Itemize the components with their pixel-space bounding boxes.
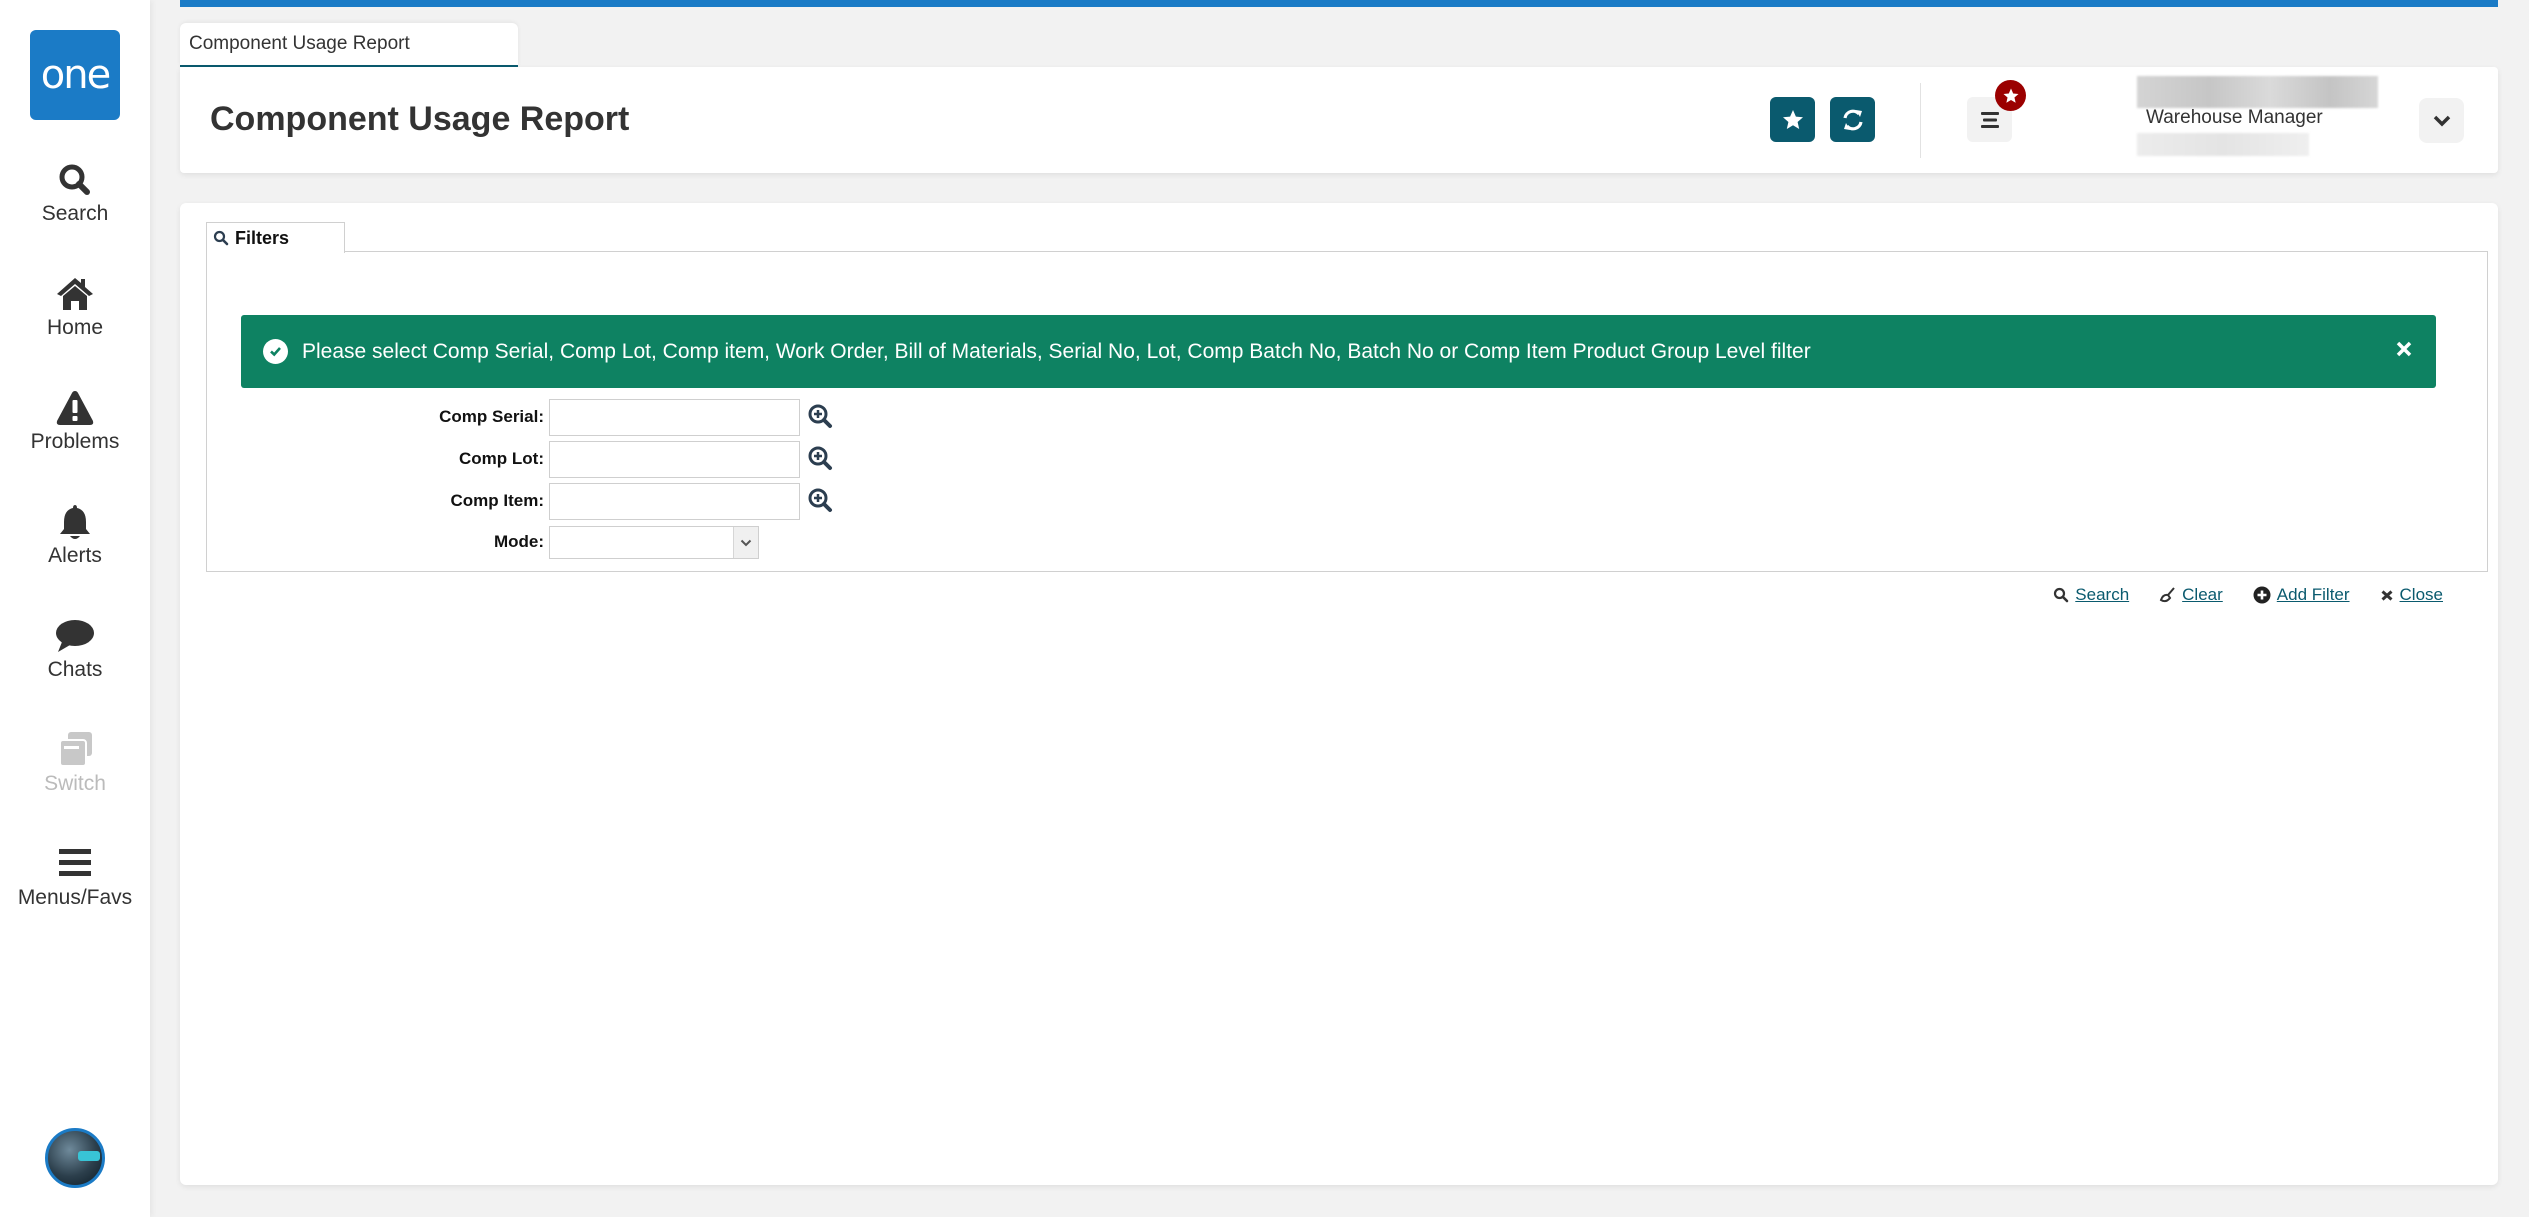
comp-lot-input[interactable] bbox=[549, 441, 800, 478]
chat-bubble-icon bbox=[56, 620, 94, 652]
filters-tab[interactable]: Filters bbox=[206, 222, 345, 253]
sidebar-item-alerts[interactable]: Alerts bbox=[0, 502, 150, 568]
page-title: Component Usage Report bbox=[210, 100, 630, 138]
refresh-button[interactable] bbox=[1830, 97, 1875, 142]
zoom-in-lookup-icon[interactable] bbox=[807, 487, 833, 513]
filters-panel: Please select Comp Serial, Comp Lot, Com… bbox=[206, 251, 2488, 604]
sidebar-item-home[interactable]: Home bbox=[0, 274, 150, 340]
home-icon bbox=[57, 278, 93, 310]
plus-circle-icon bbox=[2253, 586, 2271, 604]
comp-lot-row: Comp Lot: bbox=[207, 441, 1007, 478]
comp-serial-label: Comp Serial: bbox=[439, 407, 544, 426]
notification-badge[interactable] bbox=[1995, 80, 2026, 111]
banner-message: Please select Comp Serial, Comp Lot, Com… bbox=[302, 339, 1811, 363]
zoom-in-lookup-icon[interactable] bbox=[807, 445, 833, 471]
close-link[interactable]: Close bbox=[2380, 585, 2443, 605]
clear-link[interactable]: Clear bbox=[2159, 585, 2223, 605]
add-filter-link-label[interactable]: Add Filter bbox=[2277, 585, 2350, 605]
star-icon bbox=[1782, 109, 1803, 129]
comp-serial-row: Comp Serial: bbox=[207, 399, 1007, 436]
refresh-icon bbox=[1842, 109, 1863, 130]
switch-windows-icon bbox=[59, 732, 92, 767]
mode-select[interactable] bbox=[549, 526, 759, 559]
comp-item-row: Comp Item: bbox=[207, 483, 1007, 520]
tab-component-usage-report[interactable]: Component Usage Report bbox=[180, 23, 518, 67]
user-avatar[interactable] bbox=[45, 1128, 105, 1188]
top-accent-bar bbox=[180, 0, 2498, 7]
sidebar-item-chats[interactable]: Chats bbox=[0, 616, 150, 682]
mode-label: Mode: bbox=[493, 532, 544, 551]
sidebar-item-label: Chats bbox=[47, 658, 103, 681]
search-link[interactable]: Search bbox=[2053, 585, 2129, 605]
close-icon[interactable] bbox=[2394, 339, 2414, 365]
comp-item-input[interactable] bbox=[549, 483, 800, 520]
logo-text: one bbox=[40, 52, 111, 98]
list-menu-icon bbox=[1980, 111, 1999, 128]
user-role: Warehouse Manager bbox=[2146, 107, 2323, 128]
user-name-redacted bbox=[2137, 76, 2378, 108]
clear-link-label[interactable]: Clear bbox=[2182, 585, 2223, 605]
tab-label: Component Usage Report bbox=[189, 33, 410, 54]
sidebar-item-label: Alerts bbox=[48, 544, 102, 567]
sidebar-item-label: Search bbox=[41, 202, 109, 225]
sidebar: one Search Home Problems Alerts Chats Sw… bbox=[0, 0, 150, 1217]
search-icon bbox=[213, 230, 229, 246]
favorite-button[interactable] bbox=[1770, 97, 1815, 142]
sidebar-item-switch: Switch bbox=[0, 730, 150, 796]
search-icon bbox=[2054, 587, 2069, 603]
sidebar-item-label: Menus/Favs bbox=[17, 886, 133, 909]
close-icon bbox=[2381, 590, 2393, 601]
eraser-broom-icon bbox=[2159, 586, 2175, 602]
filters-tab-label: Filters bbox=[235, 227, 290, 248]
sidebar-item-label: Switch bbox=[44, 772, 106, 795]
chevron-down-icon bbox=[2433, 115, 2450, 126]
user-org-redacted bbox=[2137, 133, 2309, 156]
content-panel: Filters Please select Comp Serial, Comp … bbox=[180, 203, 2498, 1185]
sidebar-item-label: Problems bbox=[30, 430, 120, 453]
hamburger-menu-icon bbox=[59, 849, 91, 876]
sidebar-item-search[interactable]: Search bbox=[0, 160, 150, 226]
app-logo[interactable]: one bbox=[30, 30, 120, 120]
zoom-in-lookup-icon[interactable] bbox=[807, 403, 833, 429]
warning-icon bbox=[56, 391, 94, 425]
check-circle-icon bbox=[263, 339, 288, 364]
bell-icon bbox=[60, 505, 90, 539]
filter-actions: Search Clear Add Filter Close bbox=[2053, 585, 2443, 605]
page-header: Component Usage Report Warehouse Manager bbox=[180, 67, 2498, 173]
sidebar-item-problems[interactable]: Problems bbox=[0, 388, 150, 454]
comp-lot-label: Comp Lot: bbox=[459, 449, 544, 468]
mode-row: Mode: bbox=[207, 526, 1007, 563]
star-icon bbox=[2003, 88, 2018, 103]
sidebar-item-menus-favs[interactable]: Menus/Favs bbox=[0, 844, 150, 910]
search-link-label[interactable]: Search bbox=[2075, 585, 2129, 605]
header-divider bbox=[1920, 83, 1921, 158]
info-banner: Please select Comp Serial, Comp Lot, Com… bbox=[241, 315, 2436, 388]
comp-serial-input[interactable] bbox=[549, 399, 800, 436]
close-link-label[interactable]: Close bbox=[2400, 585, 2443, 605]
search-icon bbox=[59, 164, 90, 195]
comp-item-label: Comp Item: bbox=[450, 491, 545, 510]
user-menu-dropdown[interactable] bbox=[2419, 98, 2464, 143]
chevron-down-icon bbox=[733, 527, 758, 558]
sidebar-item-label: Home bbox=[46, 316, 104, 339]
add-filter-link[interactable]: Add Filter bbox=[2253, 585, 2350, 605]
